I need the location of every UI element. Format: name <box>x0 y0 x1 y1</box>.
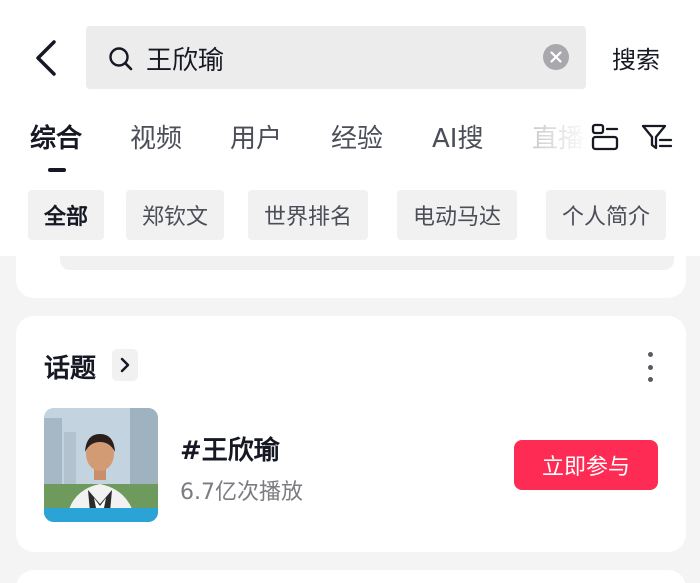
tab-video[interactable]: 视频 <box>130 118 182 155</box>
tab-experience[interactable]: 经验 <box>331 118 383 155</box>
search-submit-button[interactable]: 搜索 <box>612 40 660 75</box>
tabs-fade-overlay <box>530 112 590 172</box>
filter-icon <box>641 124 673 150</box>
chip-electric-motor[interactable]: 电动马达 <box>397 190 518 240</box>
search-header: 搜索 综合 视频 用户 经验 AI搜 直播 全部 郑钦文 世界排名 电动马达 个… <box>0 0 700 256</box>
search-input[interactable] <box>146 38 526 78</box>
tab-all[interactable]: 综合 <box>30 118 82 155</box>
tab-ai-search[interactable]: AI搜 <box>432 118 483 155</box>
topic-name[interactable]: #王欣瑜 <box>180 430 280 467</box>
active-tab-indicator <box>48 168 66 172</box>
more-options-button[interactable] <box>638 352 662 382</box>
chip-world-ranking[interactable]: 世界排名 <box>248 190 369 240</box>
topic-thumbnail[interactable] <box>44 408 158 522</box>
clear-icon <box>550 51 562 63</box>
more-vertical-icon <box>647 352 653 357</box>
next-result-card <box>16 570 686 583</box>
tab-users[interactable]: 用户 <box>230 118 282 155</box>
back-arrow-icon <box>36 40 56 76</box>
search-icon <box>109 47 133 71</box>
layout-toggle-button[interactable] <box>590 122 620 152</box>
topic-view-count: 6.7亿次播放 <box>180 480 303 505</box>
previous-result-card <box>16 252 686 298</box>
join-topic-button[interactable]: 立即参与 <box>514 440 658 490</box>
topic-card: 话题 #王欣瑜 6.7亿次播放 立即参与 <box>16 316 686 552</box>
clear-search-button[interactable] <box>543 44 569 70</box>
filter-chips: 全部 郑钦文 世界排名 电动马达 个人简介 <box>0 190 700 242</box>
chip-zheng-qinwen[interactable]: 郑钦文 <box>126 190 225 240</box>
topic-more-button[interactable] <box>112 349 138 381</box>
previous-card-placeholder <box>60 256 674 270</box>
layout-icon <box>591 123 619 151</box>
chevron-right-icon <box>120 357 130 373</box>
search-bar[interactable] <box>86 26 586 89</box>
topic-thumbnail-image <box>44 408 158 522</box>
topic-section-title[interactable]: 话题 <box>44 348 96 385</box>
back-button[interactable] <box>28 36 68 80</box>
filter-button[interactable] <box>640 120 674 154</box>
chip-profile[interactable]: 个人简介 <box>546 190 667 240</box>
chip-all[interactable]: 全部 <box>28 190 105 240</box>
